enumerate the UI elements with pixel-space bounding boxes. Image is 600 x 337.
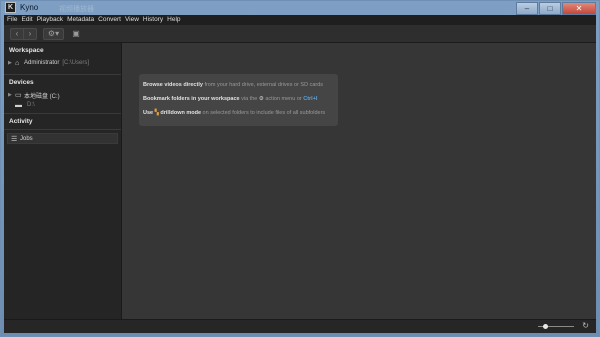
bookmark-folder-icon[interactable]: ▣ [70,29,82,39]
navigation-buttons: ‹ › [10,27,37,40]
device-item-label: D:\ [27,102,35,108]
settings-dropdown[interactable]: ⚙▾ [43,27,64,40]
device-item-d-drive[interactable]: ▬ D:\ [4,100,121,110]
devices-heading: Devices [9,79,34,86]
close-button[interactable]: ✕ [562,2,596,15]
minimize-button[interactable]: – [516,2,538,15]
menu-convert[interactable]: Convert [98,15,121,25]
tip-browse: Browse videos directly from your hard dr… [143,82,324,88]
app-window: K Kyno 视频播放器 – □ ✕ File Edit Playback Me… [0,0,600,337]
section-divider [4,129,121,130]
menu-view[interactable]: View [125,15,139,25]
menu-playback[interactable]: Playback [37,15,63,25]
title-bar[interactable]: K Kyno 视频播放器 – □ ✕ [1,1,599,15]
sidebar: Workspace ▶ ⌂ Administrator [C:\Users] D… [4,43,122,320]
activity-heading: Activity [9,118,33,125]
getting-started-tips: Browse videos directly from your hard dr… [139,74,338,126]
shortcut-key: Ctrl+I [303,96,318,102]
menu-edit[interactable]: Edit [21,15,32,25]
menu-history[interactable]: History [143,15,163,25]
tip-drilldown: Use ▚ drilldown mode on selected folders… [143,110,326,116]
gear-icon[interactable]: ⚙▾ [44,29,63,39]
background-window-title: 视频播放器 [59,6,94,13]
drilldown-icon: ▚ [154,110,159,116]
workspace-item-path: [C:\Users] [62,60,90,66]
app-logo-icon: K [5,2,16,13]
chevron-left-icon[interactable]: ‹ [11,29,23,39]
zoom-slider[interactable] [538,324,574,329]
zoom-slider-handle[interactable] [542,324,548,329]
device-item-label: 本地磁盘 (C:) [24,93,60,100]
tip-bookmark: Bookmark folders in your workspace via t… [143,96,318,102]
expand-arrow-icon[interactable]: ▶ [8,92,15,98]
app-client-area: File Edit Playback Metadata Convert View… [4,15,596,333]
folder-icon: ▬ [15,101,22,109]
activity-item-label: Jobs [20,135,33,142]
workspace-item-administrator[interactable]: ▶ ⌂ Administrator [C:\Users] [4,58,121,68]
menu-file[interactable]: File [7,15,17,25]
workspace-item-label: Administrator [24,60,60,66]
menu-bar: File Edit Playback Metadata Convert View… [4,15,596,25]
home-icon: ⌂ [15,59,20,67]
status-bar: ↻ [4,319,596,333]
toolbar: ‹ › ⚙▾ ▣ [4,25,596,43]
maximize-button[interactable]: □ [539,2,561,15]
main-content: Browse videos directly from your hard dr… [122,43,596,320]
menu-metadata[interactable]: Metadata [67,15,94,25]
workspace-heading: Workspace [9,47,44,54]
activity-item-jobs[interactable]: ☰ Jobs [7,133,118,144]
chevron-right-icon[interactable]: › [23,28,36,39]
drive-icon: ▭ [15,92,22,99]
expand-arrow-icon[interactable]: ▶ [8,60,15,66]
window-title: Kyno [20,3,39,12]
device-item-c-drive[interactable]: ▶ ▭ 本地磁盘 (C:) [4,90,121,100]
list-icon: ☰ [11,135,18,143]
refresh-icon[interactable]: ↻ [582,321,589,330]
menu-help[interactable]: Help [167,15,180,25]
